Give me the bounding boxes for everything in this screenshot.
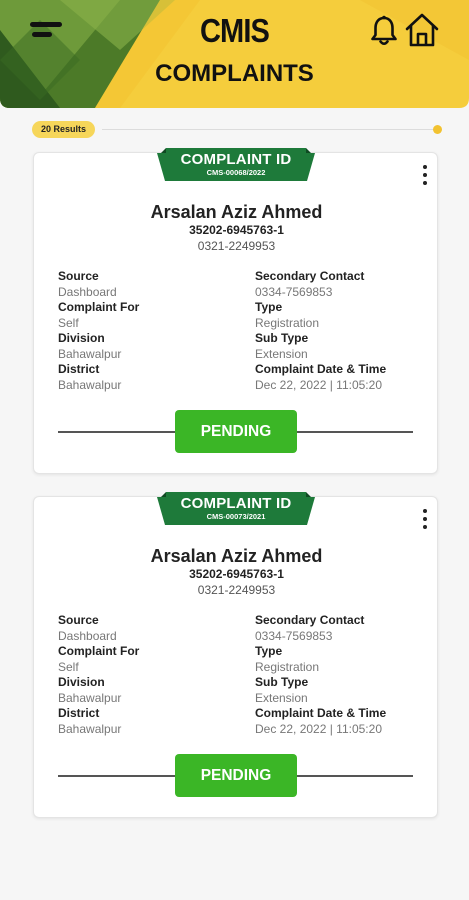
results-divider xyxy=(102,129,434,130)
division-value: Bahawalpur xyxy=(58,690,122,705)
results-count-badge: 20 Results xyxy=(32,121,96,138)
date-time-label: Complaint Date & Time xyxy=(255,362,387,376)
status-pending-button[interactable]: PENDING xyxy=(175,754,297,797)
results-dot xyxy=(433,125,442,134)
secondary-contact-label: Secondary Contact xyxy=(255,269,365,283)
type-label: Type xyxy=(255,644,283,658)
date-time-label: Complaint Date & Time xyxy=(255,706,387,720)
sub-type-value: Extension xyxy=(255,690,308,705)
complaint-id-value: CMS-00073/2021 xyxy=(206,512,266,521)
source-value: Dashboard xyxy=(58,628,117,643)
source-label: Source xyxy=(58,269,99,283)
district-value: Bahawalpur xyxy=(58,721,122,736)
complainant-name: Arsalan Aziz Ahmed xyxy=(150,546,323,566)
source-label: Source xyxy=(58,613,99,627)
results-bar: 20 Results xyxy=(32,121,442,139)
type-label: Type xyxy=(255,300,283,314)
secondary-contact-value: 0334-7569853 xyxy=(255,628,333,643)
complaint-id-ribbon: COMPLAINT ID CMS-00073/2021 xyxy=(157,492,315,528)
type-value: Registration xyxy=(255,315,320,330)
more-options-icon[interactable] xyxy=(419,509,431,531)
date-time-value: Dec 22, 2022 | 11:05:20 xyxy=(255,377,382,392)
district-label: District xyxy=(58,362,100,376)
source-value: Dashboard xyxy=(58,284,117,299)
app-header: CMIS COMPLAINTS xyxy=(0,0,469,110)
sub-type-value: Extension xyxy=(255,346,308,361)
complainant-cnic: 35202-6945763-1 xyxy=(189,223,284,237)
complaint-id-ribbon: COMPLAINT ID CMS-00068/2022 xyxy=(157,148,315,184)
complaint-id-value: CMS-00068/2022 xyxy=(206,168,266,177)
complainant-phone: 0321-2249953 xyxy=(197,239,276,253)
details-right: Secondary Contact 0334-7569853 Type Regi… xyxy=(255,269,435,393)
details-left: Source Dashboard Complaint For Self Divi… xyxy=(58,613,238,737)
complaint-card[interactable]: COMPLAINT ID CMS-00073/2021 Arsalan Aziz… xyxy=(33,492,438,818)
complaint-id-label: COMPLAINT ID xyxy=(180,151,292,168)
complaint-for-value: Self xyxy=(58,315,79,330)
district-value: Bahawalpur xyxy=(58,377,122,392)
division-value: Bahawalpur xyxy=(58,346,122,361)
division-label: Division xyxy=(58,331,105,345)
page-title: COMPLAINTS xyxy=(155,60,314,87)
complaint-for-label: Complaint For xyxy=(58,644,140,658)
details-left: Source Dashboard Complaint For Self Divi… xyxy=(58,269,238,393)
complaint-for-label: Complaint For xyxy=(58,300,140,314)
complaint-for-value: Self xyxy=(58,659,79,674)
details-right: Secondary Contact 0334-7569853 Type Regi… xyxy=(255,613,435,737)
division-label: Division xyxy=(58,675,105,689)
home-icon[interactable] xyxy=(404,12,440,48)
complainant-phone: 0321-2249953 xyxy=(197,583,276,597)
sub-type-label: Sub Type xyxy=(255,331,309,345)
type-value: Registration xyxy=(255,659,320,674)
complaint-id-label: COMPLAINT ID xyxy=(180,495,292,512)
bell-icon[interactable] xyxy=(369,15,399,47)
complainant-name: Arsalan Aziz Ahmed xyxy=(150,202,323,222)
secondary-contact-value: 0334-7569853 xyxy=(255,284,333,299)
more-options-icon[interactable] xyxy=(419,165,431,187)
status-pending-button[interactable]: PENDING xyxy=(175,410,297,453)
sub-type-label: Sub Type xyxy=(255,675,309,689)
district-label: District xyxy=(58,706,100,720)
complainant-cnic: 35202-6945763-1 xyxy=(189,567,284,581)
date-time-value: Dec 22, 2022 | 11:05:20 xyxy=(255,721,382,736)
complaint-card[interactable]: COMPLAINT ID CMS-00068/2022 Arsalan Aziz… xyxy=(33,148,438,474)
secondary-contact-label: Secondary Contact xyxy=(255,613,365,627)
